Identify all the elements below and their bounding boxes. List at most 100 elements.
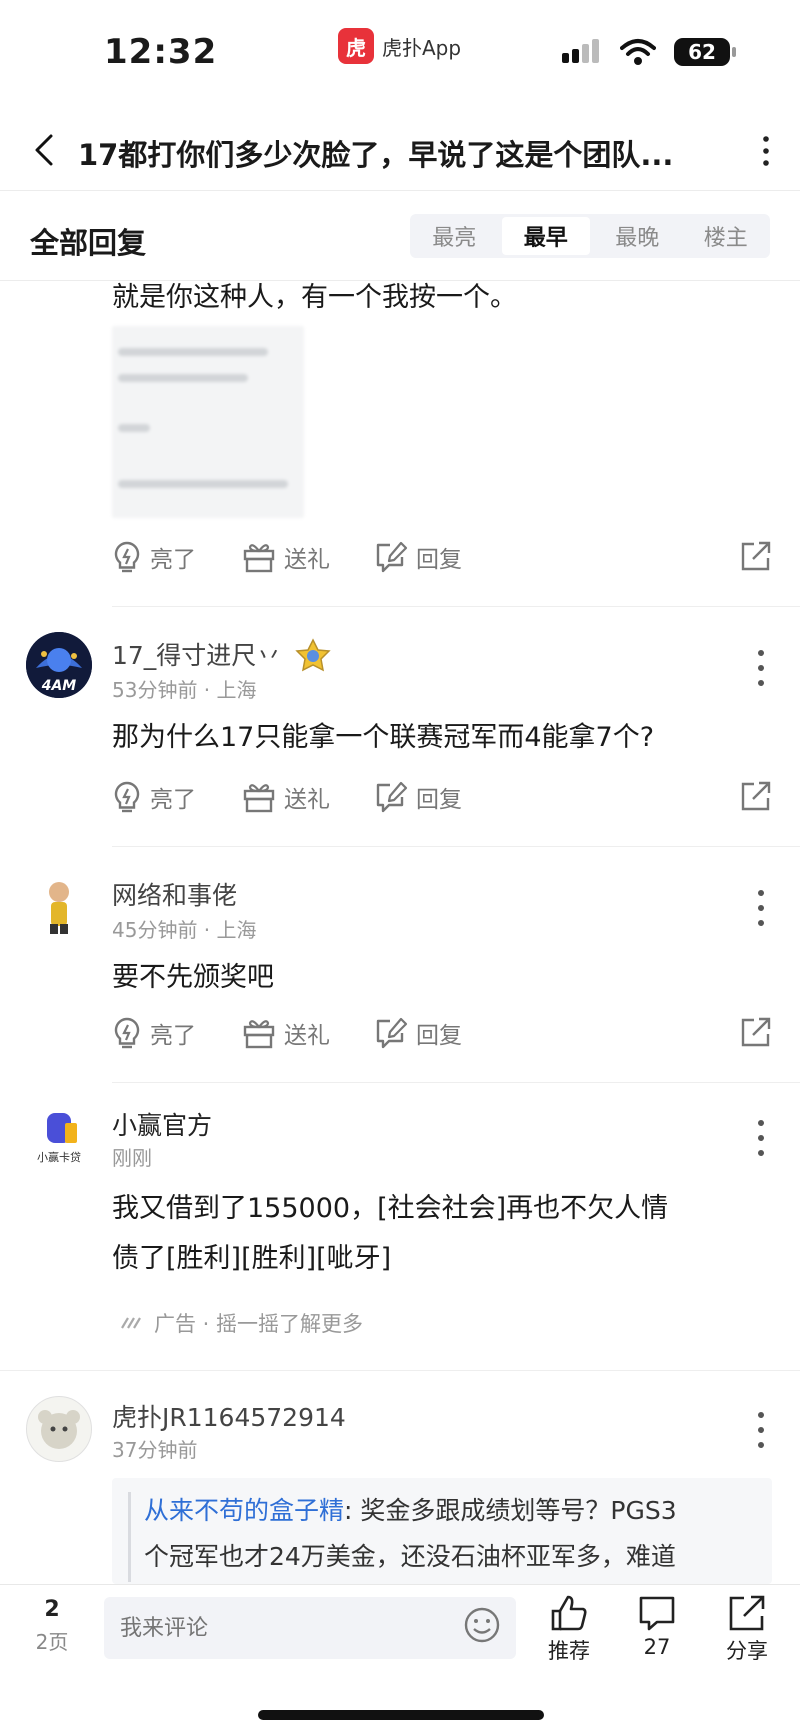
comment-more-icon[interactable] <box>756 890 766 926</box>
tab-op-only[interactable]: 楼主 <box>682 214 771 258</box>
avatar-team-label: 4AM <box>41 678 77 694</box>
tab-earliest[interactable]: 最早 <box>501 217 590 255</box>
gift-button[interactable]: 送礼 <box>242 1016 330 1050</box>
quote-author-link[interactable]: 从来不苟的盒子精 <box>144 1496 344 1525</box>
share-comment-icon[interactable] <box>740 1016 772 1052</box>
reply-label: 回复 <box>416 787 462 813</box>
lightbulb-icon <box>114 1017 140 1049</box>
gift-button[interactable]: 送礼 <box>242 540 330 574</box>
recommend-label: 推荐 <box>548 1639 590 1663</box>
comment-text: 就是你这种人，有一个我按一个。 <box>112 282 517 313</box>
gift-label: 送礼 <box>284 787 330 813</box>
share-button[interactable]: 分享 <box>712 1593 782 1665</box>
shake-icon <box>121 1317 141 1329</box>
home-indicator[interactable] <box>258 1710 544 1720</box>
comment-separator <box>112 1082 800 1083</box>
page-current: 2 <box>44 1597 60 1622</box>
comment-text: 那为什么17只能拿一个联赛冠军而4能拿7个? <box>112 722 655 753</box>
like-button[interactable]: 亮了 <box>112 780 196 814</box>
reply-edit-icon <box>376 1017 408 1049</box>
tab-brightest[interactable]: 最亮 <box>410 214 499 258</box>
page-indicator[interactable]: 2 2页 <box>30 1597 74 1655</box>
reply-edit-icon <box>376 781 408 813</box>
quote-text: 从来不苟的盒子精: 奖金多跟成绩划等号？PGS3 个冠军也才24万美金，还没石油… <box>144 1496 677 1571</box>
honor-badge-icon <box>295 638 331 672</box>
share-comment-icon[interactable] <box>740 540 772 576</box>
status-icons: 62 <box>562 38 736 66</box>
emoji-icon[interactable] <box>462 1605 502 1645</box>
avatar[interactable]: 小赢卡贷 <box>26 1104 92 1170</box>
quoted-reply[interactable]: 从来不苟的盒子精: 奖金多跟成绩划等号？PGS3 个冠军也才24万美金，还没石油… <box>112 1478 772 1584</box>
username[interactable]: 17_得寸进尺丷 <box>112 636 333 676</box>
comment-more-icon[interactable] <box>756 1412 766 1448</box>
like-button[interactable]: 亮了 <box>112 540 196 574</box>
comment-bubble-icon <box>639 1596 675 1631</box>
comment-separator <box>112 846 800 847</box>
reply-label: 回复 <box>416 547 462 573</box>
avatar[interactable] <box>26 872 92 938</box>
status-bar: 12:32 虎 虎扑App 62 <box>0 0 800 100</box>
comment-separator <box>0 1370 800 1371</box>
all-replies-title: 全部回复 <box>30 226 147 260</box>
ad-label[interactable]: 广告 · 摇一摇了解更多 <box>120 1308 363 1338</box>
username[interactable]: 虎扑JR1164572914 <box>112 1398 346 1434</box>
gift-label: 送礼 <box>284 1023 330 1049</box>
gift-icon <box>243 544 275 573</box>
username[interactable]: 小赢官方 <box>112 1106 212 1142</box>
comment-more-icon[interactable] <box>756 650 766 686</box>
status-app-name: 虎扑App <box>382 35 462 60</box>
tab-latest[interactable]: 最晚 <box>593 214 682 258</box>
like-button[interactable]: 亮了 <box>112 1016 196 1050</box>
like-label: 亮了 <box>150 1023 196 1049</box>
recommend-button[interactable]: 推荐 <box>534 1593 604 1665</box>
reply-edit-icon <box>376 541 408 573</box>
cellular-signal-icon <box>562 39 599 63</box>
status-time: 12:32 <box>104 32 218 72</box>
comment-text: 要不先颁奖吧 <box>112 962 274 993</box>
quote-bar <box>128 1492 131 1582</box>
comment-input[interactable] <box>104 1597 516 1659</box>
comment-action-bar: 亮了 送礼 回复 <box>112 1016 772 1056</box>
like-label: 亮了 <box>150 787 196 813</box>
avatar[interactable] <box>26 1396 92 1462</box>
gift-icon <box>243 1020 275 1049</box>
page-label: 2页 <box>35 1630 69 1654</box>
comment-action-bar: 亮了 送礼 回复 <box>112 780 772 820</box>
share-icon <box>729 1595 765 1631</box>
gift-icon <box>243 784 275 813</box>
page-header: 17都打你们多少次脸了，早说了这是个团队... <box>0 110 800 192</box>
comment-meta: 37分钟前 <box>112 1438 198 1462</box>
comments-button[interactable]: 27 <box>622 1593 692 1659</box>
thumbs-up-icon <box>551 1595 587 1631</box>
comment-meta: 45分钟前 · 上海 <box>112 918 257 942</box>
reply-button[interactable]: 回复 <box>374 780 462 814</box>
comment-separator <box>112 606 800 607</box>
comment-image[interactable] <box>112 326 304 518</box>
lightbulb-icon <box>114 541 140 573</box>
comment-meta: 53分钟前 · 上海 <box>112 678 257 702</box>
gift-button[interactable]: 送礼 <box>242 780 330 814</box>
username[interactable]: 网络和事佬 <box>112 876 237 912</box>
reply-label: 回复 <box>416 1023 462 1049</box>
gift-label: 送礼 <box>284 547 330 573</box>
lightbulb-icon <box>114 781 140 813</box>
comment-more-icon[interactable] <box>756 1120 766 1156</box>
wifi-icon <box>620 39 656 65</box>
battery-icon: 62 <box>674 38 736 66</box>
share-comment-icon[interactable] <box>740 780 772 816</box>
reply-section-header: 全部回复 最亮 最早 最晚 楼主 <box>0 192 800 280</box>
comment-text: 我又借到了155000，[社会社会]再也不欠人情 债了[胜利][胜利][呲牙] <box>112 1193 669 1274</box>
share-label: 分享 <box>726 1639 768 1663</box>
reply-button[interactable]: 回复 <box>374 540 462 574</box>
divider <box>0 190 800 191</box>
more-options-icon[interactable] <box>758 134 774 168</box>
comment-action-bar: 亮了 送礼 回复 <box>112 540 772 580</box>
comment-count: 27 <box>643 1635 671 1659</box>
back-icon[interactable] <box>24 128 64 172</box>
app-logo-icon: 虎 <box>338 28 374 64</box>
reply-button[interactable]: 回复 <box>374 1016 462 1050</box>
like-label: 亮了 <box>150 547 196 573</box>
comment-meta: 刚刚 <box>112 1146 152 1170</box>
status-app-indicator[interactable]: 虎 虎扑App <box>338 28 461 64</box>
sort-tabs: 最亮 最早 最晚 楼主 <box>410 214 770 258</box>
